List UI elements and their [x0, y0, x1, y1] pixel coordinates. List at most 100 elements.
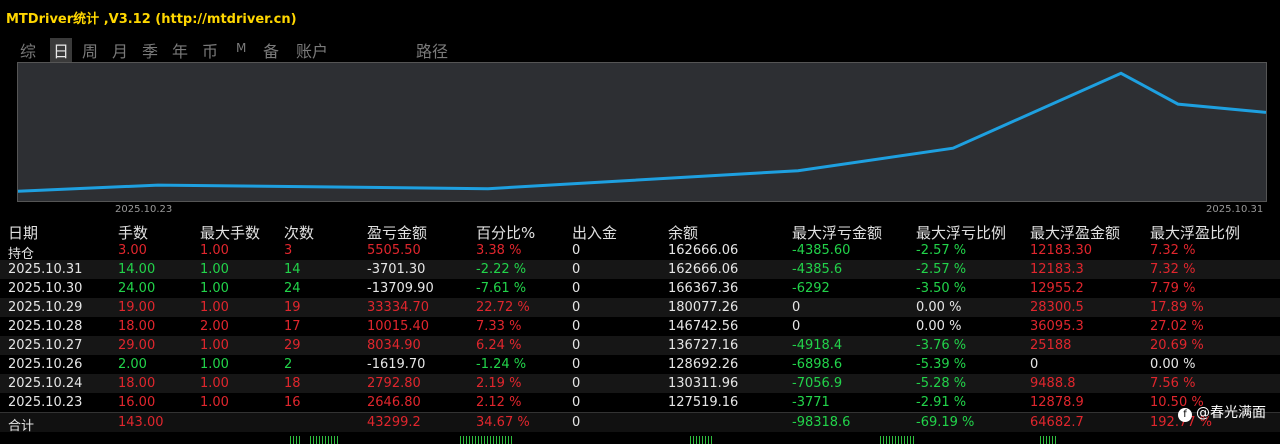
table-row-cell: 22.72 % — [476, 300, 530, 315]
strip-bar — [508, 436, 509, 444]
table-row-cell: 2792.80 — [367, 376, 421, 391]
table-row-cell: 7.56 % — [1150, 376, 1196, 391]
table-row-cell: 12183.3 — [1030, 262, 1084, 277]
table-row-cell: 162666.06 — [668, 262, 739, 277]
table-row-cell: 1.00 — [200, 357, 229, 372]
tab-4[interactable]: 季 — [142, 38, 158, 62]
table-row: 2025.10.28 18.00 2.00 17 10015.40 7.33 % 0 1467… — [0, 317, 1280, 336]
table-row: 2025.10.23 16.00 1.00 16 2646.80 2.12 % 0 12751… — [0, 393, 1280, 412]
table-total-row-cell: -98318.6 — [792, 415, 851, 430]
strip-bar — [319, 436, 320, 444]
table-header-cell: 百分比% — [476, 224, 536, 242]
strip-bar — [880, 436, 881, 444]
strip-bar — [907, 436, 908, 444]
strip-bar — [883, 436, 884, 444]
table-row-cell: 2.12 % — [476, 395, 522, 410]
table-row-cell: -2.57 % — [916, 262, 967, 277]
table-row-cell: -3701.30 — [367, 262, 426, 277]
window-title: MTDriver统计 ,V3.12 (http://mtdriver.cn) — [6, 12, 297, 27]
table-row-cell: 5505.50 — [367, 243, 421, 258]
table-header-cell: 最大浮盈金额 — [1030, 224, 1121, 242]
table-row-cell: 29.00 — [118, 338, 156, 353]
table-row-cell: 0 — [572, 338, 581, 353]
tab-7[interactable]: M — [236, 41, 246, 55]
strip-bar — [895, 436, 896, 444]
table-row-cell: 166367.36 — [668, 281, 739, 296]
table-row-cell: 1.00 — [200, 262, 229, 277]
tab-1[interactable]: 日 — [50, 38, 73, 62]
strip-bar — [1046, 436, 1047, 444]
table-row-cell: 0 — [792, 319, 801, 334]
table-row-cell: 10015.40 — [367, 319, 430, 334]
table-row-cell: 7.32 % — [1150, 262, 1196, 277]
table-header-cell: 余额 — [668, 224, 699, 242]
daily-stats-table: 日期 手数 最大手数 次数 盈亏金额 百分比% 出入金 余额 最大浮亏金额 最大浮亏比例 最大浮盈金… — [0, 222, 1280, 434]
table-row: 2025.10.29 19.00 1.00 19 33334.70 22.72 % 0 180… — [0, 298, 1280, 317]
strip-bar — [693, 436, 694, 444]
strip-bar — [469, 436, 470, 444]
table-row-cell: -5.39 % — [916, 357, 967, 372]
table-total-row-cell: 合计 — [8, 419, 35, 434]
table-row-cell: 24 — [284, 281, 301, 296]
strip-bar — [490, 436, 491, 444]
tab-3[interactable]: 月 — [112, 38, 128, 62]
tab-2[interactable]: 周 — [82, 38, 98, 62]
strip-bar — [460, 436, 461, 444]
strip-bar — [886, 436, 887, 444]
table-row: 2025.10.31 14.00 1.00 14 -3701.30 -2.22 % 0 162… — [0, 260, 1280, 279]
table-row-cell: 3 — [284, 243, 293, 258]
table-header-cell: 最大浮盈比例 — [1150, 224, 1241, 242]
table-row-cell: -4385.60 — [792, 243, 851, 258]
bottom-volume-strip — [290, 436, 1056, 444]
strip-bar — [505, 436, 506, 444]
strip-bar — [487, 436, 488, 444]
table-row-cell: 2025.10.29 — [8, 300, 83, 315]
tab-8[interactable]: 备 — [263, 38, 279, 62]
table-row-cell: 162666.06 — [668, 243, 739, 258]
table-row-cell: 20.69 % — [1150, 338, 1204, 353]
table-row-cell: -3771 — [792, 395, 830, 410]
table-total-row-cell: 143.00 — [118, 415, 164, 430]
table-header-cell: 日期 — [8, 224, 39, 242]
strip-bar — [316, 436, 317, 444]
table-row-cell: 2.00 — [118, 357, 147, 372]
table-row-cell: -7.61 % — [476, 281, 527, 296]
table-row-cell: -2.22 % — [476, 262, 527, 277]
table-row-cell: 1.00 — [200, 243, 229, 258]
table-row-cell: 19.00 — [118, 300, 156, 315]
strip-bar — [463, 436, 464, 444]
table-row-cell: 17.89 % — [1150, 300, 1204, 315]
strip-bar — [328, 436, 329, 444]
tab-9[interactable]: 账户 — [296, 38, 328, 62]
strip-bar — [711, 436, 712, 444]
strip-bar — [1049, 436, 1050, 444]
table-row-cell: 6.24 % — [476, 338, 522, 353]
table-row: 2025.10.27 29.00 1.00 29 8034.90 6.24 % 0 13672… — [0, 336, 1280, 355]
table-row-cell: 2025.10.31 — [8, 262, 83, 277]
tab-0[interactable]: 综 — [20, 38, 36, 62]
table-row-cell: 136727.16 — [668, 338, 739, 353]
table-total-row-cell: -69.19 % — [916, 415, 975, 430]
table-header-cell: 次数 — [284, 224, 315, 242]
table-row-cell: -6292 — [792, 281, 830, 296]
strip-bar — [325, 436, 326, 444]
table-row-cell: 3.00 — [118, 243, 147, 258]
tab-6[interactable]: 币 — [202, 38, 218, 62]
table-row-cell: 2 — [284, 357, 293, 372]
strip-bar — [293, 436, 294, 444]
table-row-cell: 128692.26 — [668, 357, 739, 372]
table-total-row-cell: 0 — [572, 415, 581, 430]
strip-bar — [466, 436, 467, 444]
table-row-cell: 33334.70 — [367, 300, 430, 315]
table-row-cell: 2025.10.23 — [8, 395, 83, 410]
table-row-cell: 17 — [284, 319, 301, 334]
table-total-row-cell: 64682.7 — [1030, 415, 1084, 430]
table-row-cell: 12878.9 — [1030, 395, 1084, 410]
strip-bar — [898, 436, 899, 444]
tab-10[interactable]: 路径 — [416, 38, 448, 62]
table-row-cell: 9488.8 — [1030, 376, 1076, 391]
table-row-cell: 2025.10.24 — [8, 376, 83, 391]
table-row-cell: 18.00 — [118, 376, 156, 391]
tab-5[interactable]: 年 — [172, 38, 188, 62]
table-row-cell: 28300.5 — [1030, 300, 1084, 315]
